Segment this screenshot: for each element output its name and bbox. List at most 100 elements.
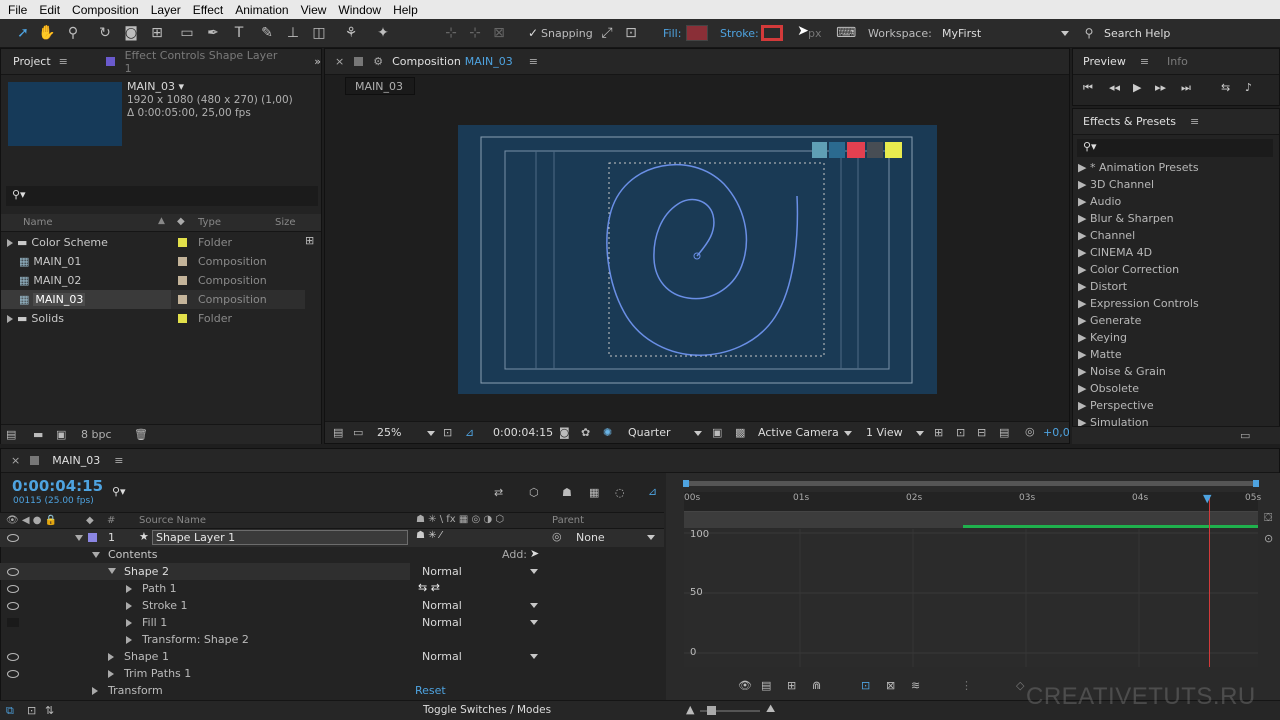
lock-icon[interactable]: [354, 57, 364, 66]
project-item-main-03[interactable]: ▦ MAIN_03 Composition: [1, 290, 305, 309]
visibility-eye-icon[interactable]: [7, 534, 19, 542]
effect-category-channel[interactable]: ▶ Channel: [1078, 229, 1135, 242]
effect-category-color-correction[interactable]: ▶ Color Correction: [1078, 263, 1179, 276]
comp-flow-tab[interactable]: MAIN_03: [345, 77, 415, 95]
preview-menu-icon[interactable]: ≡: [1140, 55, 1149, 68]
menu-edit[interactable]: Edit: [33, 3, 66, 17]
first-frame-icon[interactable]: ⏮: [1083, 81, 1093, 95]
snapshot-icon[interactable]: ◙: [559, 426, 570, 439]
effect-category-obsolete[interactable]: ▶ Obsolete: [1078, 382, 1139, 395]
interpret-footage-icon[interactable]: ▤: [6, 428, 16, 441]
column-parent[interactable]: Parent: [552, 515, 584, 526]
exposure-icon[interactable]: ◎: [1025, 425, 1035, 438]
transform-box-icon[interactable]: ⊞: [787, 679, 796, 692]
expand-icon[interactable]: [108, 653, 114, 661]
pan-behind-tool-icon[interactable]: ⊞: [148, 25, 166, 41]
collapse-icon[interactable]: [92, 552, 100, 558]
menu-window[interactable]: Window: [332, 3, 387, 17]
sort-icon[interactable]: ▲: [158, 216, 165, 226]
camera-tool-icon[interactable]: ◙: [122, 25, 140, 41]
layer-switches-icon[interactable]: ⧉: [6, 704, 14, 718]
edit-keyframe-icon[interactable]: ⋮: [961, 679, 972, 692]
expand-icon[interactable]: [126, 619, 132, 627]
resolution-dropdown-icon[interactable]: [694, 431, 702, 436]
new-composition-icon[interactable]: ▣: [56, 428, 66, 441]
effect-category-animation-presets[interactable]: ▶ * Animation Presets: [1078, 161, 1199, 174]
work-area-start-handle[interactable]: [683, 480, 689, 487]
timeline-zoom-slider-thumb[interactable]: [707, 706, 716, 715]
effect-category-perspective[interactable]: ▶ Perspective: [1078, 399, 1154, 412]
column-name[interactable]: Name: [23, 217, 53, 228]
rotate-tool-icon[interactable]: ↻: [96, 25, 114, 41]
new-folder-icon[interactable]: ▬: [33, 428, 43, 441]
menu-view[interactable]: View: [295, 3, 333, 17]
menu-effect[interactable]: Effect: [187, 3, 229, 17]
effect-category-generate[interactable]: ▶ Generate: [1078, 314, 1141, 327]
expand-icon[interactable]: [108, 670, 114, 678]
comp-timecode[interactable]: 0:00:04:15: [493, 426, 553, 439]
graph-type-icon[interactable]: ▤: [761, 679, 771, 692]
zoom-tool-icon[interactable]: ⚲: [64, 25, 82, 41]
effect-category-3d-channel[interactable]: ▶ 3D Channel: [1078, 178, 1154, 191]
visibility-off-box[interactable]: [7, 618, 19, 627]
always-preview-icon[interactable]: ▤: [333, 426, 343, 439]
column-type[interactable]: Type: [198, 217, 221, 228]
region-of-interest-icon[interactable]: ⊿: [465, 426, 474, 439]
add-content-icon[interactable]: ➤: [530, 547, 539, 560]
label-color-swatch[interactable]: [178, 276, 187, 285]
effects-search-input[interactable]: ⚲▾: [1077, 139, 1273, 157]
playhead-handle-icon[interactable]: ▼: [1203, 492, 1211, 505]
collapse-icon[interactable]: [108, 568, 116, 574]
search-help-input[interactable]: Search Help: [1104, 27, 1170, 40]
label-color-swatch[interactable]: [178, 238, 187, 247]
column-source-name[interactable]: Source Name: [139, 515, 206, 526]
layer-button-icon[interactable]: ⊙: [1264, 532, 1273, 545]
fit-icon[interactable]: ⊡: [443, 426, 452, 439]
tab-timeline-comp[interactable]: MAIN_03: [52, 454, 100, 467]
timeline-menu-icon[interactable]: ≡: [114, 454, 123, 467]
play-icon[interactable]: ▶: [1133, 81, 1141, 94]
zoom-out-icon[interactable]: ▲: [686, 703, 694, 716]
axis-view-icon[interactable]: ⊠: [490, 25, 508, 41]
tab-info[interactable]: Info: [1167, 55, 1188, 68]
effect-category-noise-grain[interactable]: ▶ Noise & Grain: [1078, 365, 1166, 378]
previous-frame-icon[interactable]: ◂◂: [1109, 81, 1120, 94]
toggle-pixel-icon[interactable]: ⊞: [934, 426, 943, 439]
panel-overflow-icon[interactable]: »: [314, 55, 321, 68]
snap-features-icon[interactable]: ⊡: [622, 25, 640, 41]
blend-mode-select[interactable]: Normal: [422, 650, 540, 663]
pen-tool-icon[interactable]: ✒: [204, 25, 222, 41]
layer-label-swatch[interactable]: [88, 533, 97, 542]
snapping-checkbox-icon[interactable]: ✓: [524, 25, 542, 41]
clone-stamp-tool-icon[interactable]: ⊥: [284, 25, 302, 41]
in-out-icon[interactable]: ⇅: [45, 704, 54, 717]
effect-category-audio[interactable]: ▶ Audio: [1078, 195, 1121, 208]
visibility-eye-icon[interactable]: [7, 585, 19, 593]
draft-3d-icon[interactable]: ⬡: [529, 486, 539, 499]
mute-audio-icon[interactable]: ♪: [1245, 81, 1252, 94]
eraser-tool-icon[interactable]: ◫: [310, 25, 328, 41]
pickwhip-icon[interactable]: ◎: [552, 530, 562, 543]
tab-preview[interactable]: Preview: [1083, 55, 1126, 68]
comp-mini-flowchart-icon[interactable]: ⇄: [494, 486, 503, 499]
property-row-path-1[interactable]: Path 1: [0, 580, 410, 597]
fit-all-icon[interactable]: ⊠: [886, 679, 895, 692]
rectangle-tool-icon[interactable]: ▭: [178, 25, 196, 41]
trash-icon[interactable]: 🗑: [134, 428, 148, 441]
axis-local-icon[interactable]: ⊹: [442, 25, 460, 41]
project-menu-icon[interactable]: ≡: [59, 55, 68, 68]
3d-view-icon[interactable]: ⊟: [977, 426, 986, 439]
graph-eye-icon[interactable]: 👁: [738, 679, 752, 692]
menu-help[interactable]: Help: [387, 3, 424, 17]
blend-mode-select[interactable]: Normal: [422, 565, 540, 578]
column-size[interactable]: Size: [275, 217, 296, 228]
tab-effects-presets[interactable]: Effects & Presets: [1083, 115, 1176, 128]
separate-dimensions-icon[interactable]: ≋: [911, 679, 920, 692]
bpc-button[interactable]: 8 bpc: [81, 428, 112, 441]
tab-composition[interactable]: Composition: [392, 55, 461, 68]
work-area-end-handle[interactable]: [1253, 480, 1259, 487]
tab-project[interactable]: Project: [13, 55, 51, 68]
property-row-transform[interactable]: Transform: [0, 682, 410, 699]
label-color-swatch[interactable]: [178, 314, 187, 323]
resolution-select[interactable]: Quarter: [628, 426, 671, 439]
